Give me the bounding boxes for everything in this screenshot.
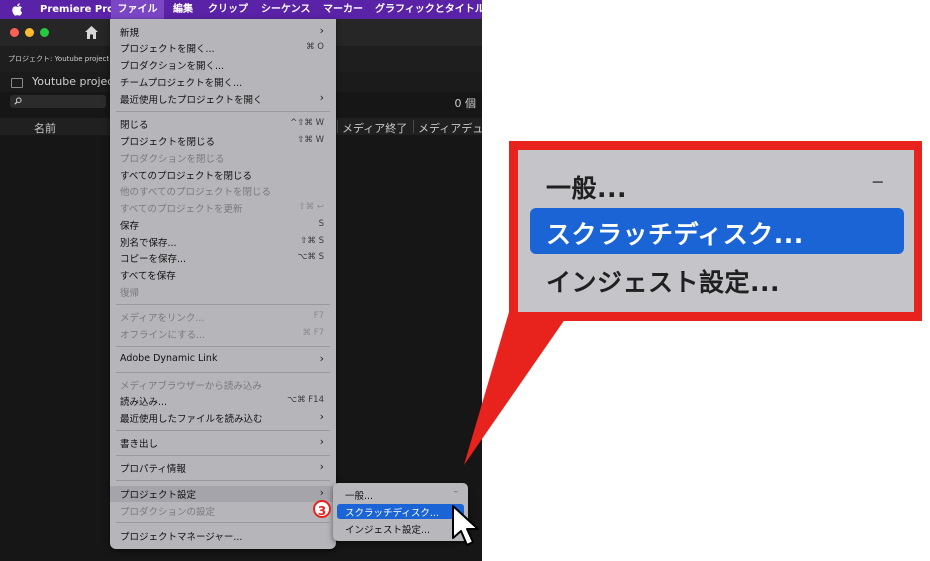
zoom-item-shortcut: – xyxy=(871,166,885,195)
zoom-item-general: 一般... – xyxy=(530,162,904,208)
zoomed-submenu-callout: 一般... – スクラッチディスク... インジェスト設定... xyxy=(518,150,914,312)
zoom-item-scratch-disks: スクラッチディスク... xyxy=(530,208,904,254)
zoom-item-label: 一般... xyxy=(546,174,627,203)
zoom-item-label: インジェスト設定... xyxy=(546,268,780,297)
zoom-item-label: スクラッチディスク... xyxy=(546,220,804,249)
zoom-item-ingest-settings: インジェスト設定... xyxy=(530,256,904,302)
